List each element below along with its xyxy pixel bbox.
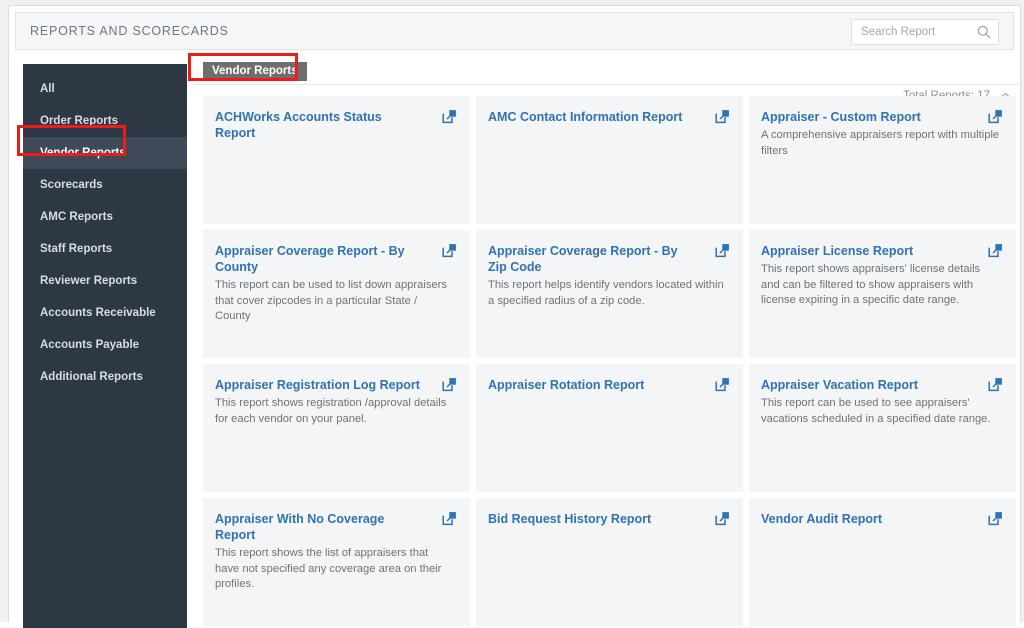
sidebar-item-scorecards[interactable]: Scorecards [23, 169, 187, 201]
report-card-title[interactable]: Appraiser Coverage Report - By County [215, 243, 423, 275]
external-link-icon[interactable] [442, 243, 457, 258]
report-card-description: This report shows the list of appraisers… [215, 547, 442, 590]
external-link-icon[interactable] [715, 377, 730, 392]
tab-vendor-reports[interactable]: Vendor Reports [203, 62, 307, 81]
report-card[interactable]: ACHWorks Accounts Status Report [203, 96, 470, 224]
external-link-icon[interactable] [988, 377, 1003, 392]
report-card[interactable]: Appraiser Coverage Report - By Zip Code … [476, 230, 743, 358]
report-card-title[interactable]: Appraiser Vacation Report [761, 377, 969, 393]
sidebar-item-additional-reports[interactable]: Additional Reports [23, 361, 187, 393]
sidebar-item-vendor-reports[interactable]: Vendor Reports [23, 137, 187, 169]
report-card-description: This report shows registration /approval… [215, 397, 447, 425]
external-link-icon[interactable] [715, 511, 730, 526]
report-card[interactable]: Appraiser Coverage Report - By County Th… [203, 230, 470, 358]
sidebar-item-accounts-payable[interactable]: Accounts Payable [23, 329, 187, 361]
sidebar-item-staff-reports[interactable]: Staff Reports [23, 233, 187, 265]
external-link-icon[interactable] [988, 243, 1003, 258]
report-card[interactable]: Bid Request History Report [476, 498, 743, 626]
external-link-icon[interactable] [988, 109, 1003, 124]
report-card-title[interactable]: Appraiser - Custom Report [761, 109, 969, 125]
search-input[interactable] [852, 20, 972, 44]
external-link-icon[interactable] [442, 109, 457, 124]
search-icon[interactable] [977, 25, 991, 39]
search-box[interactable] [851, 19, 999, 45]
sidebar-item-label: Order Reports [40, 115, 118, 127]
sidebar-item-order-reports[interactable]: Order Reports [23, 105, 187, 137]
report-card-title[interactable]: Appraiser Registration Log Report [215, 377, 423, 393]
report-card[interactable]: Appraiser With No Coverage Report This r… [203, 498, 470, 626]
sidebar-item-label: All [40, 83, 55, 95]
report-card-description: A comprehensive appraisers report with m… [761, 129, 1000, 157]
external-link-icon[interactable] [988, 511, 1003, 526]
report-card-title[interactable]: ACHWorks Accounts Status Report [215, 109, 423, 141]
report-card[interactable]: Appraiser Registration Log Report This r… [203, 364, 470, 492]
main-panel: REPORTS AND SCORECARDS All Order Reports [8, 5, 1022, 628]
tab-strip: Vendor Reports [195, 58, 1022, 85]
sidebar-item-amc-reports[interactable]: AMC Reports [23, 201, 187, 233]
report-card-title[interactable]: Appraiser License Report [761, 243, 969, 259]
page-title: REPORTS AND SCORECARDS [30, 24, 229, 38]
sidebar-item-accounts-receivable[interactable]: Accounts Receivable [23, 297, 187, 329]
sidebar-item-all[interactable]: All [23, 73, 187, 105]
sidebar-item-label: Additional Reports [40, 371, 143, 383]
page-header: REPORTS AND SCORECARDS [15, 12, 1014, 50]
sidebar-item-label: Reviewer Reports [40, 275, 138, 287]
sidebar-item-reviewer-reports[interactable]: Reviewer Reports [23, 265, 187, 297]
report-card-title[interactable]: AMC Contact Information Report [488, 109, 696, 125]
report-card-title[interactable]: Bid Request History Report [488, 511, 696, 527]
report-card[interactable]: AMC Contact Information Report [476, 96, 743, 224]
report-card-title[interactable]: Appraiser With No Coverage Report [215, 511, 423, 543]
report-card[interactable]: Appraiser Vacation Report This report ca… [749, 364, 1016, 492]
sidebar-item-label: AMC Reports [40, 211, 113, 223]
page-left-gutter [0, 0, 8, 622]
sidebar-item-label: Scorecards [40, 179, 103, 191]
report-card-description: This report can be used to see appraiser… [761, 397, 991, 425]
content-area: Vendor Reports Total Reports: 17 ACHWork… [195, 58, 1022, 628]
report-card-description: This report shows appraisers' license de… [761, 263, 981, 306]
report-card-description: This report helps identify vendors locat… [488, 279, 724, 307]
report-card[interactable]: Vendor Audit Report [749, 498, 1016, 626]
report-cards-grid: ACHWorks Accounts Status Report AMC Cont… [203, 96, 1019, 626]
sidebar: All Order Reports Vendor Reports Scoreca… [23, 64, 187, 628]
sidebar-item-label: Vendor Reports [40, 147, 126, 159]
report-card-description: This report can be used to list down app… [215, 279, 447, 322]
report-card[interactable]: Appraiser License Report This report sho… [749, 230, 1016, 358]
sidebar-item-label: Staff Reports [40, 243, 113, 255]
external-link-icon[interactable] [442, 377, 457, 392]
sidebar-item-label: Accounts Payable [40, 339, 140, 351]
external-link-icon[interactable] [715, 109, 730, 124]
report-card[interactable]: Appraiser Rotation Report [476, 364, 743, 492]
report-card[interactable]: Appraiser - Custom Report A comprehensiv… [749, 96, 1016, 224]
report-card-title[interactable]: Vendor Audit Report [761, 511, 969, 527]
report-card-title[interactable]: Appraiser Rotation Report [488, 377, 696, 393]
report-card-title[interactable]: Appraiser Coverage Report - By Zip Code [488, 243, 696, 275]
app-page: REPORTS AND SCORECARDS All Order Reports [0, 0, 1024, 628]
external-link-icon[interactable] [442, 511, 457, 526]
external-link-icon[interactable] [715, 243, 730, 258]
sidebar-item-label: Accounts Receivable [40, 307, 156, 319]
